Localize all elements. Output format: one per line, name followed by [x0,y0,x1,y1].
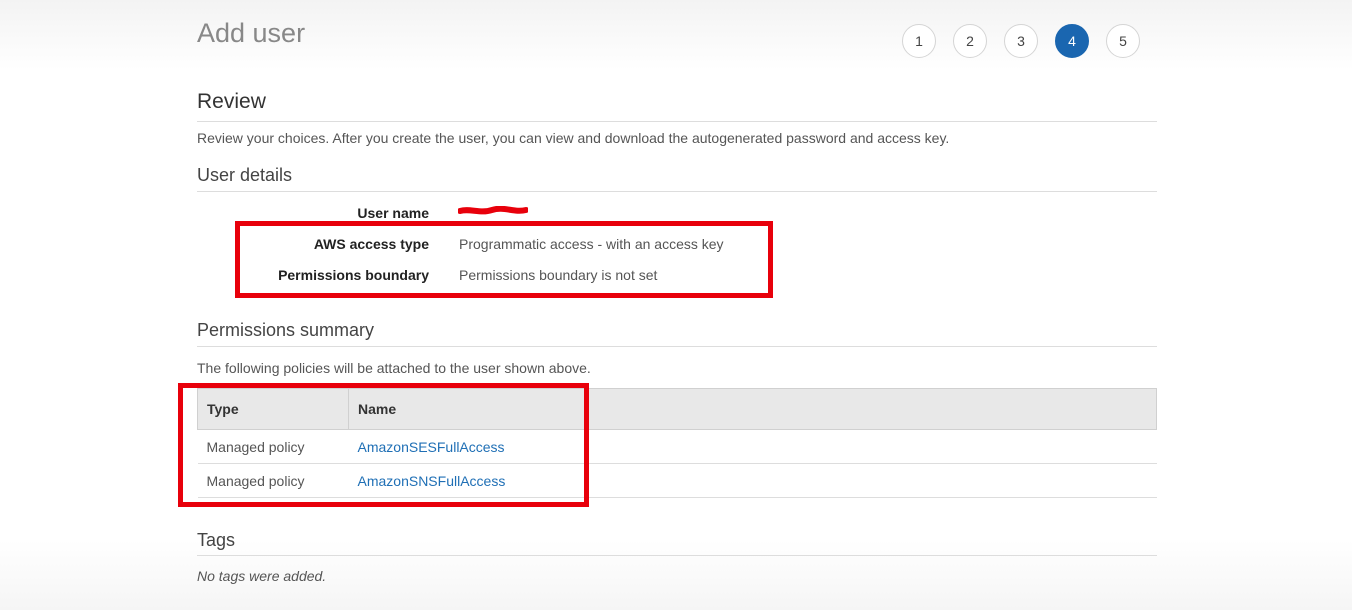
step-4-button-current[interactable]: 4 [1055,24,1089,58]
review-description: Review your choices. After you create th… [197,130,950,146]
step-3-button[interactable]: 3 [1004,24,1038,58]
page-title: Add user [197,18,306,48]
access-type-label: AWS access type [313,236,429,252]
divider [197,121,1157,122]
policy-link[interactable]: AmazonSESFullAccess [358,439,505,455]
column-header-type[interactable]: Type [197,388,349,430]
permissions-boundary-value: Permissions boundary is not set [459,267,658,283]
highlight-box-access [235,221,773,298]
policy-type-cell: Managed policy [197,463,349,498]
policy-link[interactable]: AmazonSNSFullAccess [358,473,506,489]
tags-heading: Tags [197,530,236,550]
divider [197,191,1157,192]
policy-name-cell: AmazonSESFullAccess [348,429,1157,464]
table-header-row: Type Name [197,388,1157,430]
redacted-user-name [458,206,528,215]
policy-name-cell: AmazonSNSFullAccess [348,463,1157,498]
user-name-label: User name [357,205,429,221]
permissions-summary-heading: Permissions summary [197,320,375,340]
review-heading: Review [197,90,266,113]
step-indicator: 1 2 3 4 5 [902,24,1140,58]
step-1-button[interactable]: 1 [902,24,936,58]
column-header-name[interactable]: Name [348,388,1157,430]
permissions-summary-description: The following policies will be attached … [197,360,591,376]
no-tags-message: No tags were added. [197,568,327,584]
permissions-boundary-label: Permissions boundary [278,267,429,283]
divider [197,555,1157,556]
user-details-heading: User details [197,165,293,185]
permissions-table: Type Name Managed policy AmazonSESFullAc… [197,388,1157,498]
step-5-button[interactable]: 5 [1106,24,1140,58]
divider [197,346,1157,347]
step-2-button[interactable]: 2 [953,24,987,58]
policy-type-cell: Managed policy [197,429,349,464]
table-row: Managed policy AmazonSNSFullAccess [197,463,1157,498]
table-row: Managed policy AmazonSESFullAccess [197,429,1157,464]
access-type-value: Programmatic access - with an access key [459,236,724,252]
